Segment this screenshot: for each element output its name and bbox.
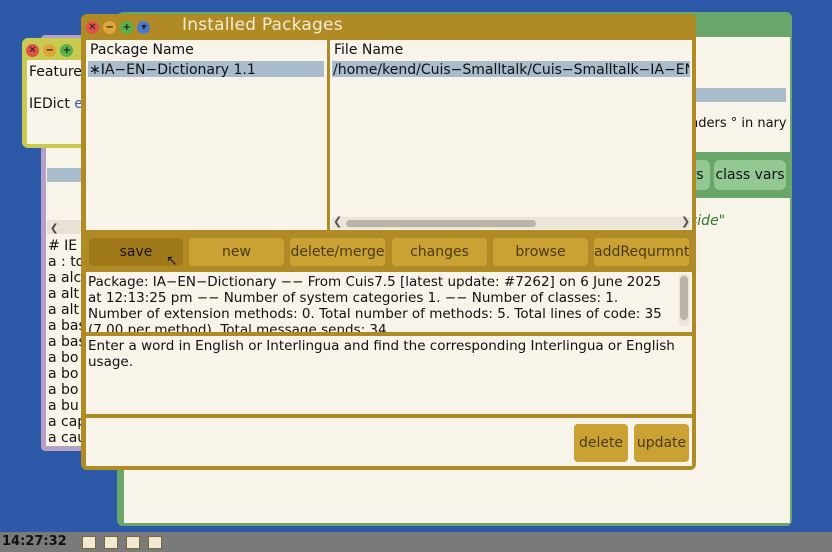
package-info-pane[interactable]: Package: IA−EN−Dictionary −− From Cuis7.…	[86, 272, 692, 332]
delete-requirement-button[interactable]: delete	[574, 424, 628, 462]
file-horizontal-scrollbar[interactable]: ❮ ❯	[332, 215, 690, 229]
new-button[interactable]: new	[189, 238, 284, 266]
taskbar-window-icon[interactable]	[104, 536, 118, 549]
feature-requirement-name: IEDict	[29, 96, 70, 112]
info-vertical-scrollbar[interactable]	[679, 274, 689, 326]
taskbar-window-icon[interactable]	[126, 536, 140, 549]
selected-package-name: ∗IA−EN−Dictionary 1.1	[89, 62, 256, 78]
maximize-icon[interactable]: +	[60, 44, 74, 57]
browse-button[interactable]: browse	[493, 238, 588, 266]
scroll-left-icon[interactable]: ❮	[333, 215, 342, 228]
changes-button[interactable]: changes	[392, 238, 487, 266]
selected-file-path: /home/kend/Cuis−Smalltalk/Cuis−Smalltalk…	[333, 62, 689, 78]
scroll-left-icon[interactable]: ❮	[47, 223, 58, 234]
browser-selected-row[interactable]	[690, 88, 786, 102]
browser-class-vars-button[interactable]: class vars	[714, 160, 786, 190]
file-name-header: File Name	[334, 42, 404, 58]
feature-requirement[interactable]: IEDict e	[29, 96, 87, 112]
window-controls: ✕ − + ▾	[86, 19, 151, 34]
maximize-icon[interactable]: +	[120, 21, 134, 34]
mouse-pointer-icon: ↖	[166, 253, 178, 269]
taskbar-window-icon[interactable]	[148, 536, 162, 549]
taskbar-clock: 14:27:32	[2, 534, 67, 549]
package-description-text[interactable]: Enter a word in English or Interlingua a…	[88, 338, 688, 370]
feature-label: Feature	[29, 64, 82, 80]
minimize-icon[interactable]: −	[103, 21, 117, 34]
package-info-text: Package: IA−EN−Dictionary −− From Cuis7.…	[88, 274, 662, 332]
window-menu-icon[interactable]: ▾	[137, 21, 151, 34]
close-icon[interactable]: ✕	[26, 44, 39, 57]
taskbar-window-icon[interactable]	[82, 536, 96, 549]
update-requirement-button[interactable]: update	[634, 424, 689, 462]
scrollbar-thumb[interactable]	[346, 220, 536, 227]
taskbar	[0, 532, 832, 552]
feature-window-controls: ✕ − +	[26, 42, 74, 57]
browser-comment-text: nders ° in nary	[690, 116, 787, 131]
delete-merge-button[interactable]: delete/merge	[290, 238, 385, 266]
add-requirement-button[interactable]: addRequrmnt	[594, 238, 689, 266]
minimize-icon[interactable]: −	[43, 44, 57, 57]
scrollbar-thumb[interactable]	[680, 276, 688, 320]
window-title: Installed Packages	[182, 15, 343, 35]
close-icon[interactable]: ✕	[86, 21, 99, 34]
scroll-right-icon[interactable]: ❯	[681, 215, 690, 228]
package-description-pane[interactable]: Enter a word in English or Interlingua a…	[86, 336, 692, 414]
package-name-header: Package Name	[90, 42, 194, 58]
